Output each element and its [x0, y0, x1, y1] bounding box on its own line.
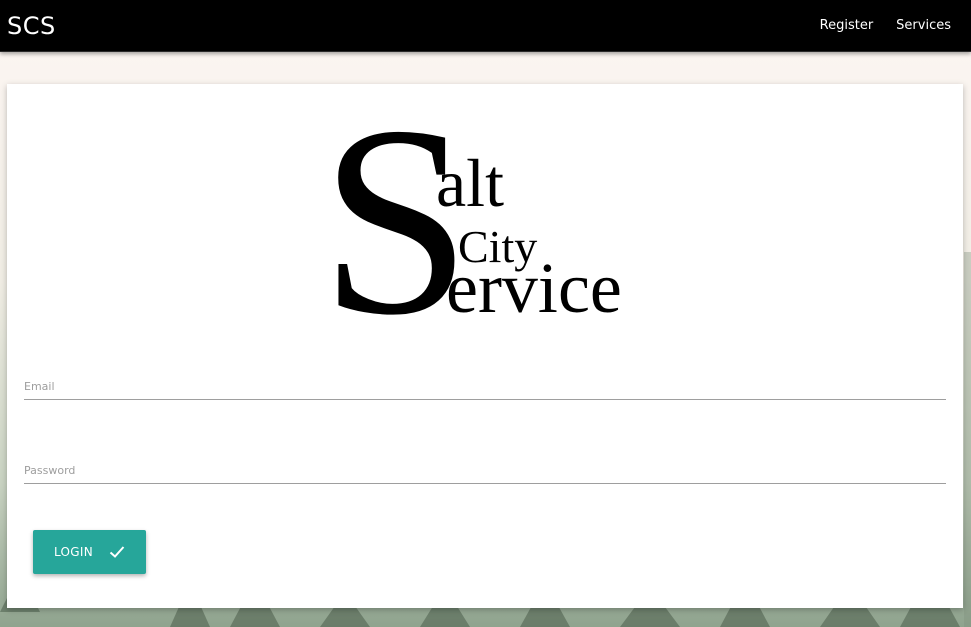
nav-services-link[interactable]: Services	[896, 18, 951, 33]
login-button[interactable]: LOGIN	[33, 530, 146, 574]
password-input[interactable]	[24, 448, 946, 483]
password-field-wrapper	[24, 448, 946, 484]
brand-link[interactable]: SCS	[7, 12, 56, 40]
login-button-label: LOGIN	[53, 545, 94, 559]
nav-links: Register Services	[820, 18, 951, 33]
logo-line-3: ervice	[446, 248, 622, 322]
login-card: S alt City ervice LOGIN	[7, 84, 963, 608]
top-navbar: SCS Register Services	[0, 0, 971, 52]
logo-line-1: alt	[436, 145, 504, 221]
nav-register-link[interactable]: Register	[820, 18, 874, 33]
email-field-wrapper	[24, 364, 946, 400]
email-input[interactable]	[24, 364, 946, 399]
salt-city-service-logo: S alt City ervice	[320, 112, 622, 322]
check-icon	[109, 545, 125, 559]
